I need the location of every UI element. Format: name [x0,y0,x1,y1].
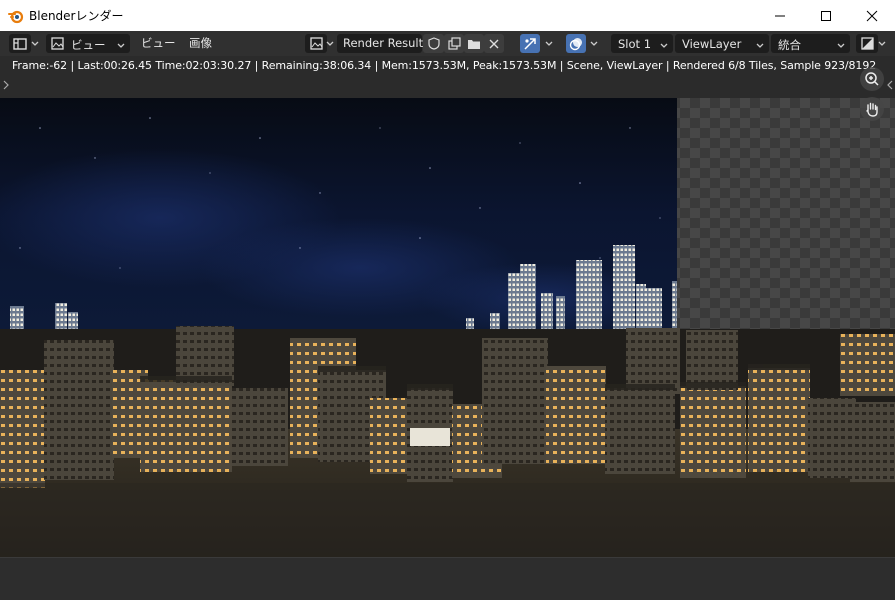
minimize-icon [775,15,785,16]
pan-button[interactable] [860,97,884,121]
browse-image-button[interactable] [305,34,327,53]
folder-icon [468,39,480,49]
image-editor-header: ビュー ビュー 画像 Render Result Slot 1 ViewLaye… [0,31,895,56]
render-stats-text: Frame:-62 | Last:00:26.45 Time:02:03:30.… [12,59,877,72]
render-result-viewport[interactable] [0,98,895,557]
close-button[interactable] [849,0,895,31]
chevron-down-icon [117,38,125,52]
view-mode-dropdown[interactable]: ビュー [46,34,130,53]
color-alpha-icon [860,37,874,50]
chevron-down-icon [837,38,845,52]
chevron-down-icon [589,34,599,53]
maximize-button[interactable] [803,0,849,31]
image-editor-icon [13,37,27,50]
minimize-button[interactable] [757,0,803,31]
chevron-down-icon [756,38,764,52]
render-pass-label: 統合 [778,38,801,52]
editor-type-button[interactable] [9,34,31,53]
gizmo-toggle-button[interactable] [520,34,540,53]
image-name-label: Render Result [343,36,424,50]
overlays-icon [569,37,582,50]
shield-icon [427,37,440,50]
display-channels-button[interactable] [856,34,878,53]
zoom-button[interactable] [860,67,884,91]
close-icon [866,10,878,21]
view-layer-dropdown[interactable]: ViewLayer [675,34,769,53]
maximize-icon [821,10,831,21]
slot-dropdown[interactable]: Slot 1 [611,34,673,53]
window-titlebar: Blenderレンダー [0,0,895,31]
hand-icon [866,102,878,117]
image-icon [309,37,323,50]
view-layer-label: ViewLayer [682,37,742,51]
blender-logo-icon [8,8,24,24]
duplicate-image-button[interactable] [444,34,464,53]
render-pass-dropdown[interactable]: 統合 [771,34,850,53]
image-icon [51,37,64,53]
chevron-down-icon [660,38,668,52]
overlays-toggle-button[interactable] [566,34,586,53]
chevron-down-icon [325,34,335,53]
chevron-down-icon [877,34,887,53]
image-name-field[interactable]: Render Result [337,34,424,53]
duplicate-icon [447,37,461,50]
view-mode-label: ビュー [71,38,106,52]
toolbar-expand-arrow[interactable] [3,80,9,93]
x-icon [489,39,499,48]
gizmo-arrow-icon [524,37,536,50]
unlink-image-button[interactable] [484,34,504,53]
render-image [0,98,895,557]
fake-user-button[interactable] [423,34,444,53]
menu-image[interactable]: 画像 [189,35,212,51]
chevron-down-icon [30,34,40,53]
window-title: Blenderレンダー [29,9,124,23]
bottom-region [0,557,895,600]
slot-label: Slot 1 [618,37,652,51]
menu-view[interactable]: ビュー [141,35,176,51]
zoom-icon [865,72,879,86]
sidebar-expand-arrow[interactable] [887,80,893,93]
chevron-down-icon [544,34,554,53]
open-image-button[interactable] [464,34,484,53]
